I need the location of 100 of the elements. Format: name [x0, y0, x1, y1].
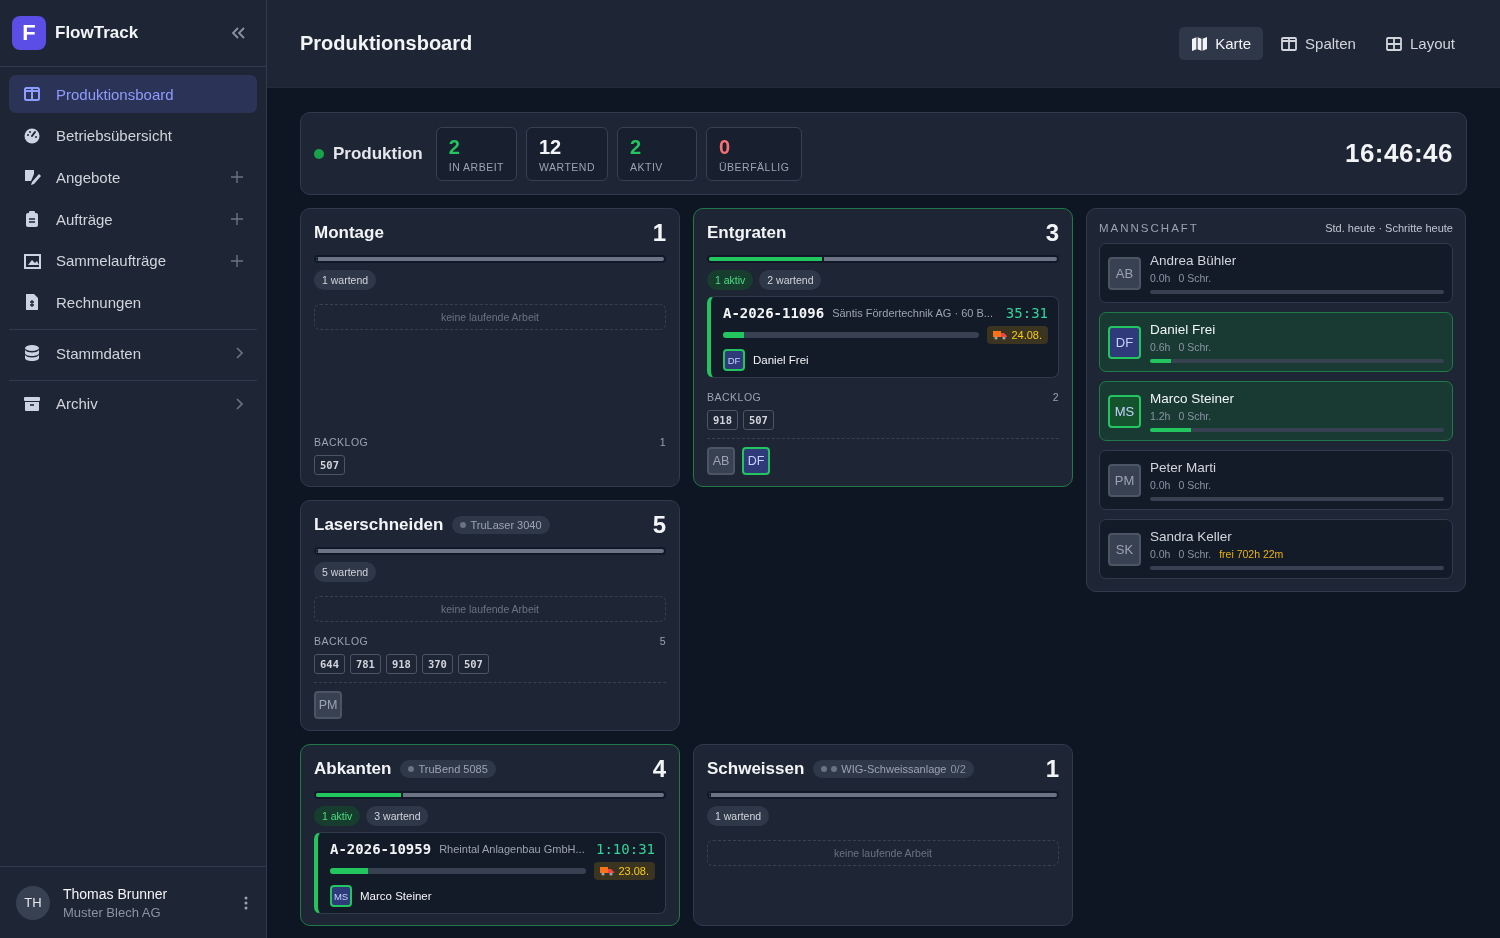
hours-today: 0.0h	[1150, 547, 1171, 560]
chevron-right-icon	[235, 397, 243, 410]
archive-box-icon	[23, 394, 41, 413]
collapse-icon[interactable]	[230, 25, 246, 41]
active-count-tag: 1 aktiv	[707, 270, 754, 290]
panel-title: MANNSCHAFT	[1099, 222, 1199, 234]
backlog-item[interactable]: 644	[314, 654, 345, 674]
free-time: frei 702h 22m	[1219, 547, 1284, 560]
nav-item[interactable]: Angebote	[9, 158, 257, 197]
status-dot	[314, 148, 324, 159]
view-tab[interactable]: Spalten	[1269, 27, 1368, 60]
stat-value: 12	[539, 135, 563, 158]
job-timer: 35:31	[1005, 305, 1048, 321]
steps-today: 0 Schr.	[1178, 478, 1212, 491]
machine-tag: TruBend 5085	[400, 760, 496, 778]
member-name: Daniel Frei	[1150, 321, 1217, 337]
hours-today: 0.6h	[1150, 340, 1171, 353]
waiting-count-tag: 2 wartend	[759, 270, 822, 290]
backlog-item[interactable]: 918	[707, 410, 738, 430]
station-name: Montage	[314, 223, 384, 243]
team-member-card[interactable]: MS Marco Steiner 1.2h 0 Schr.	[1099, 381, 1453, 441]
team-member-card[interactable]: PM Peter Marti 0.0h 0 Schr.	[1099, 450, 1453, 510]
due-date-tag: 24.08.	[987, 326, 1048, 344]
plus-icon	[231, 254, 243, 267]
backlog-item[interactable]: 507	[457, 654, 489, 674]
database-icon	[23, 344, 41, 363]
map-icon	[1191, 35, 1208, 52]
member-name: Sandra Keller	[1150, 528, 1233, 544]
station-count: 1	[652, 219, 666, 247]
steps-today: 0 Schr.	[1178, 409, 1212, 422]
job-card[interactable]: A-2026-10959 Rheintal Anlagenbau GmbH... 1:10:31 23.08. MS Marco Steiner	[314, 832, 666, 914]
truck-icon	[600, 866, 615, 876]
worker-name: Marco Steiner	[360, 890, 432, 902]
nav-item[interactable]: Stammdaten	[9, 334, 257, 373]
hours-today: 1.2h	[1150, 409, 1171, 422]
empty-state: keine laufende Arbeit	[314, 304, 666, 330]
member-name: Andrea Bühler	[1150, 252, 1238, 268]
backlog-count: 5	[659, 635, 666, 647]
backlog-item[interactable]: 781	[349, 654, 381, 674]
worker-name: Daniel Frei	[753, 354, 809, 366]
user-avatar: TH	[16, 885, 50, 920]
machine-usage: 0/2	[950, 763, 966, 775]
nav-item[interactable]: Betriebsübersicht	[9, 116, 257, 155]
document-pen-icon	[23, 168, 41, 187]
invoice-icon	[23, 293, 41, 312]
stat-label: IN ARBEIT	[448, 160, 504, 173]
backlog-label: BACKLOG	[314, 436, 369, 448]
team-member-card[interactable]: SK Sandra Keller 0.0h 0 Schr. frei 702h 22m	[1099, 519, 1453, 579]
backlog-count: 2	[1052, 391, 1059, 403]
worker-avatar: DF	[723, 349, 745, 371]
team-member-card[interactable]: AB Andrea Bühler 0.0h 0 Schr.	[1099, 243, 1453, 303]
stat-value: 2	[630, 135, 643, 158]
stat-value: 2	[448, 135, 461, 158]
company-name: Muster Blech AG	[63, 904, 162, 920]
customer-name: Säntis Fördertechnik AG · 60 B...	[832, 307, 994, 319]
truck-icon	[993, 330, 1008, 340]
waiting-count-tag: 5 wartend	[314, 562, 377, 582]
station-count: 5	[652, 511, 666, 539]
station-name: Laserschneiden	[314, 515, 444, 535]
nav-item[interactable]: Archiv	[9, 384, 257, 423]
status-label: Produktion	[333, 143, 423, 164]
backlog-item[interactable]: 507	[742, 410, 774, 430]
worker-avatar: PM	[314, 691, 342, 719]
worker-avatar: DF	[742, 447, 770, 475]
customer-name: Rheintal Anlagenbau GmbH...	[439, 843, 586, 855]
station-count: 1	[1045, 755, 1059, 783]
view-tab[interactable]: Layout	[1373, 27, 1467, 60]
chevron-right-icon	[235, 347, 243, 360]
nav-item[interactable]: Produktionsboard	[9, 75, 257, 113]
member-avatar: SK	[1108, 532, 1141, 566]
job-timer: 1:10:31	[596, 841, 655, 857]
columns-icon	[1281, 35, 1298, 52]
station-name: Abkanten	[314, 759, 392, 779]
active-count-tag: 1 aktiv	[314, 806, 361, 826]
backlog-item[interactable]: 370	[421, 654, 453, 674]
station-count: 3	[1045, 219, 1059, 247]
team-member-card[interactable]: DF Daniel Frei 0.6h 0 Schr.	[1099, 312, 1453, 372]
plus-icon	[231, 213, 243, 226]
backlog-label: BACKLOG	[707, 391, 762, 403]
backlog-count: 1	[659, 436, 666, 448]
nav-item[interactable]: Sammelaufträge	[9, 241, 257, 280]
waiting-count-tag: 1 wartend	[314, 270, 377, 290]
empty-state: keine laufende Arbeit	[314, 596, 666, 622]
app-name: FlowTrack	[55, 23, 140, 43]
hours-today: 0.0h	[1150, 271, 1171, 284]
steps-today: 0 Schr.	[1178, 340, 1212, 353]
job-card[interactable]: A-2026-11096 Säntis Fördertechnik AG · 60 B... 35:31 24.08. DF Daniel Frei	[707, 296, 1059, 378]
nav-item[interactable]: Rechnungen	[9, 283, 257, 322]
backlog-item[interactable]: 918	[385, 654, 417, 674]
app-logo: F	[12, 16, 46, 50]
member-avatar: PM	[1108, 463, 1141, 497]
nav-item[interactable]: Aufträge	[9, 200, 257, 239]
view-tab[interactable]: Karte	[1179, 27, 1264, 60]
station-name: Schweissen	[707, 759, 805, 779]
framed-picture-icon	[23, 251, 41, 270]
more-options-icon[interactable]	[244, 895, 248, 910]
backlog-item[interactable]: 507	[314, 455, 345, 475]
member-name: Peter Marti	[1150, 459, 1218, 475]
clipboard-icon	[23, 210, 41, 229]
page-title: Produktionsboard	[300, 32, 473, 55]
